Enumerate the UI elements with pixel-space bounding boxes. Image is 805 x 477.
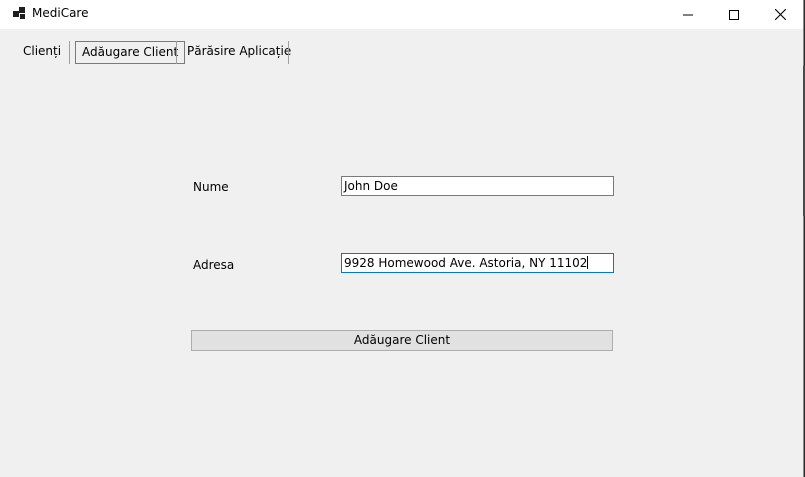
maximize-icon (729, 9, 739, 20)
nume-input[interactable]: John Doe (341, 176, 614, 196)
adresa-input-value: 9928 Homewood Ave. Astoria, NY 11102 (344, 256, 588, 270)
text-caret (587, 256, 589, 269)
close-button[interactable] (757, 0, 803, 29)
minimize-icon (683, 14, 693, 15)
minimize-button[interactable] (665, 0, 711, 29)
nume-input-value: John Doe (344, 179, 398, 193)
window-title: MediCare (32, 6, 89, 20)
menu-bar: Clienți Adăugare Client Părăsire Aplicaț… (0, 37, 803, 67)
adresa-label: Adresa (193, 258, 235, 272)
menu-separator (69, 41, 70, 64)
nume-label: Nume (193, 180, 229, 194)
menu-item-clienti[interactable]: Clienți (17, 38, 67, 64)
menu-separator (176, 41, 177, 64)
app-window: MediCare Clienți Adăugare Client Părăsir… (0, 0, 804, 477)
menu-item-parasire-aplicatie[interactable]: Părăsire Aplicație (181, 38, 297, 64)
close-icon (774, 9, 786, 20)
adaugare-client-button[interactable]: Adăugare Client (191, 330, 613, 351)
adresa-input[interactable]: 9928 Homewood Ave. Astoria, NY 11102 (341, 253, 614, 273)
menu-separator (288, 41, 289, 64)
maximize-button[interactable] (711, 0, 757, 29)
app-icon (13, 7, 25, 19)
menu-item-adaugare-client[interactable]: Adăugare Client (75, 41, 186, 64)
title-bar[interactable]: MediCare (0, 0, 803, 29)
